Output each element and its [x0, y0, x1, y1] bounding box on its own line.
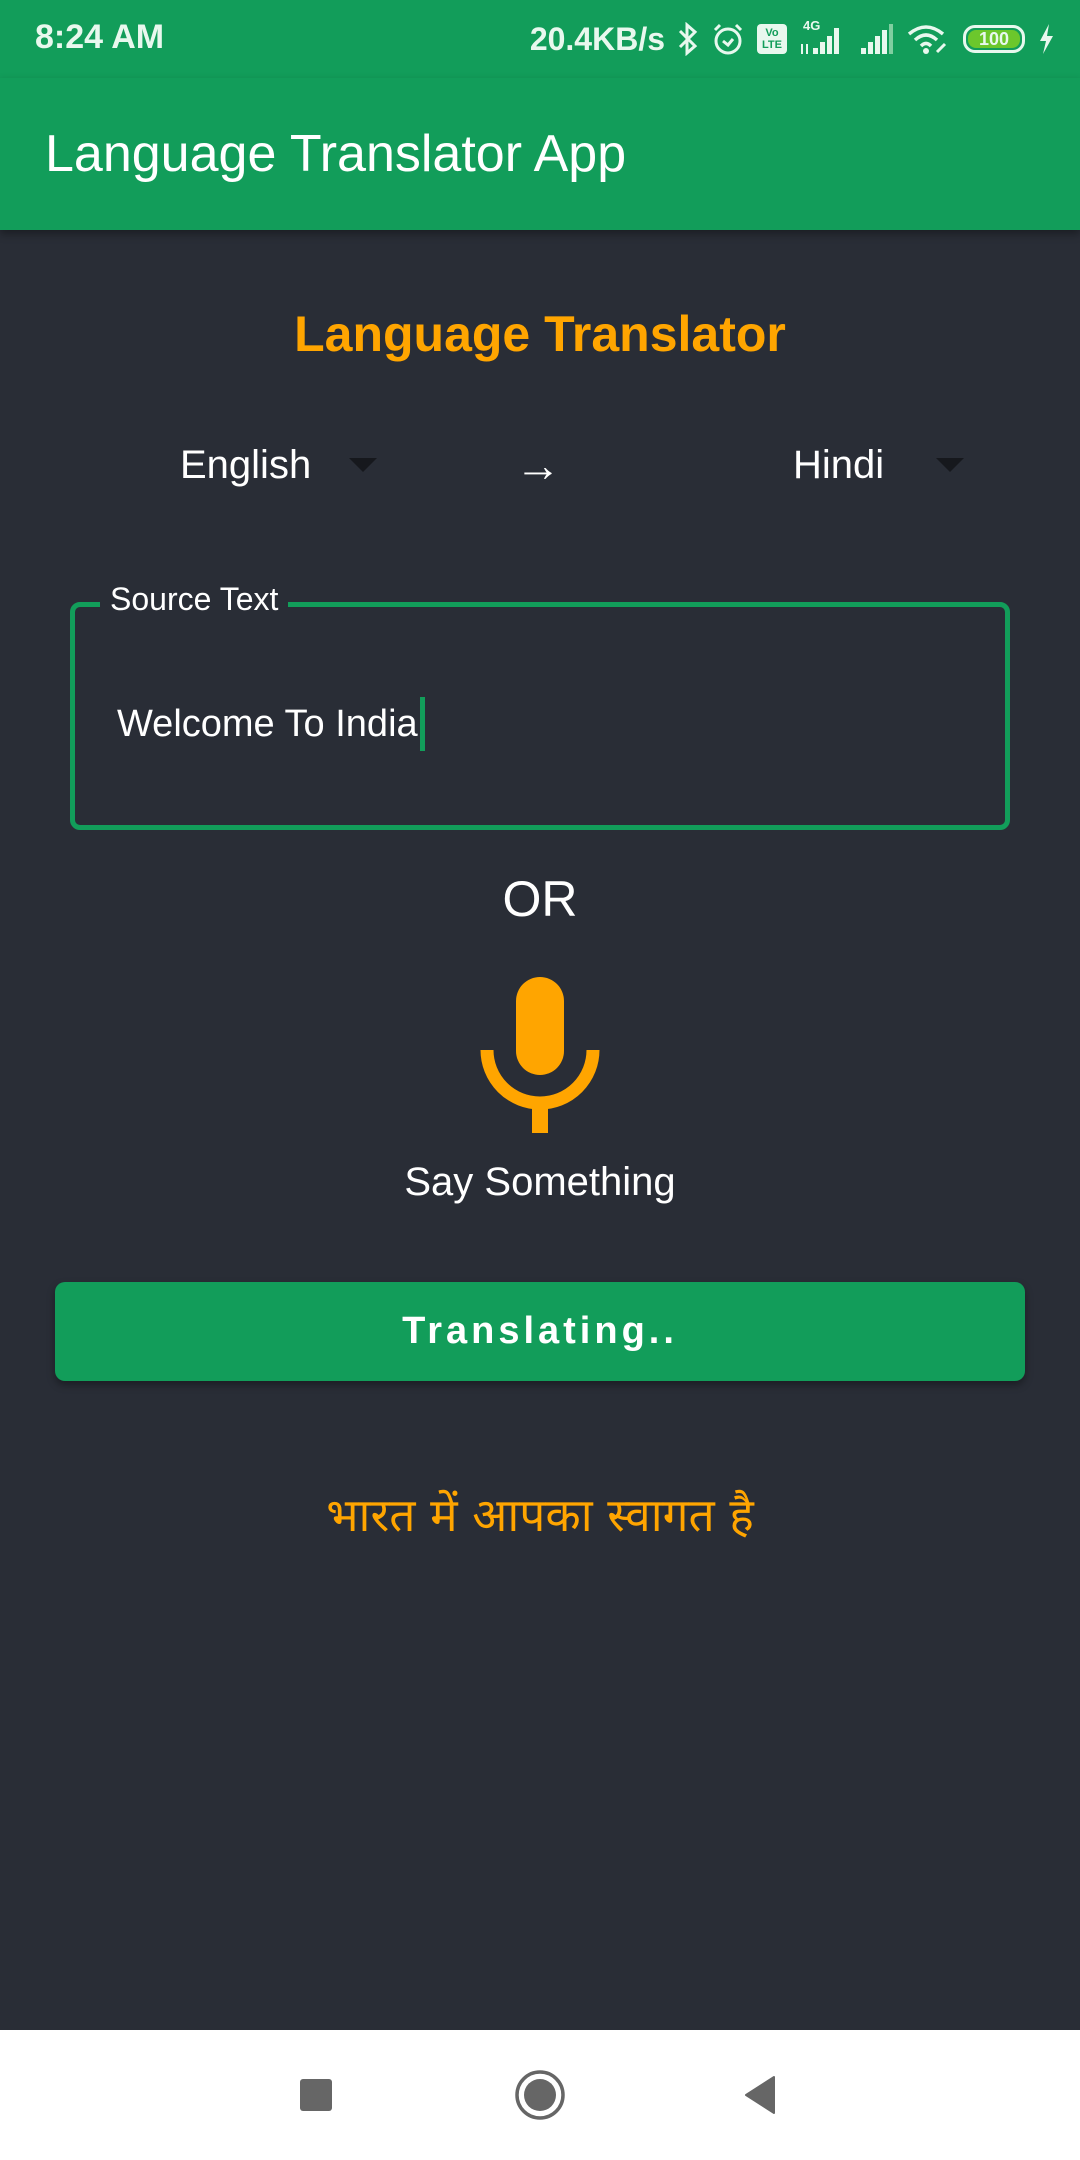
signal-4g-icon: 4G — [799, 18, 847, 56]
source-language-dropdown[interactable]: English — [180, 430, 378, 500]
wifi-icon — [907, 22, 951, 56]
page-heading: Language Translator — [294, 306, 786, 362]
home-button[interactable] — [505, 2060, 575, 2130]
network-speed: 20.4KB/s — [529, 20, 665, 57]
arrow-right-icon: → — [515, 439, 561, 491]
alarm-icon — [711, 22, 745, 56]
volte-icon: Vo LTE — [757, 24, 787, 54]
translated-text: भारत में आपका स्वागत है — [326, 1488, 754, 1542]
chevron-down-icon — [936, 458, 965, 472]
language-row: English → Hindi — [0, 430, 1080, 500]
signal-icon — [859, 22, 895, 56]
target-language-dropdown[interactable]: Hindi — [793, 430, 965, 500]
say-something-label: Say Something — [404, 1160, 676, 1204]
bluetooth-icon — [677, 22, 699, 56]
back-button[interactable] — [725, 2060, 795, 2130]
microphone-icon — [480, 977, 600, 1133]
app-bar: Language Translator App — [0, 78, 1080, 230]
source-text-label: Source Text — [100, 581, 289, 618]
status-bar: 8:24 AM 20.4KB/s Vo LTE 4G 100 — [0, 0, 1080, 78]
source-language-label: English — [180, 442, 312, 487]
source-text-value: Welcome To India — [117, 702, 418, 745]
charging-icon — [1037, 22, 1055, 56]
target-language-label: Hindi — [793, 442, 885, 487]
source-text-input[interactable]: Welcome To India — [117, 697, 425, 751]
or-divider-text: OR — [502, 871, 578, 927]
back-icon — [745, 2076, 775, 2114]
status-icons: 20.4KB/s Vo LTE 4G 100 — [530, 14, 1055, 64]
battery-icon: 100 — [963, 25, 1025, 53]
chevron-down-icon — [349, 458, 378, 472]
text-cursor — [419, 697, 425, 751]
home-icon — [515, 2070, 565, 2120]
microphone-button[interactable] — [480, 975, 600, 1135]
source-text-field[interactable]: Source Text Welcome To India — [70, 581, 1010, 830]
app-title: Language Translator App — [45, 125, 627, 183]
status-time: 8:24 AM — [35, 18, 165, 56]
system-nav-bar — [0, 2030, 1080, 2160]
recents-icon — [300, 2079, 332, 2111]
translate-button[interactable]: Translating.. — [55, 1282, 1025, 1381]
recents-button[interactable] — [281, 2060, 351, 2130]
